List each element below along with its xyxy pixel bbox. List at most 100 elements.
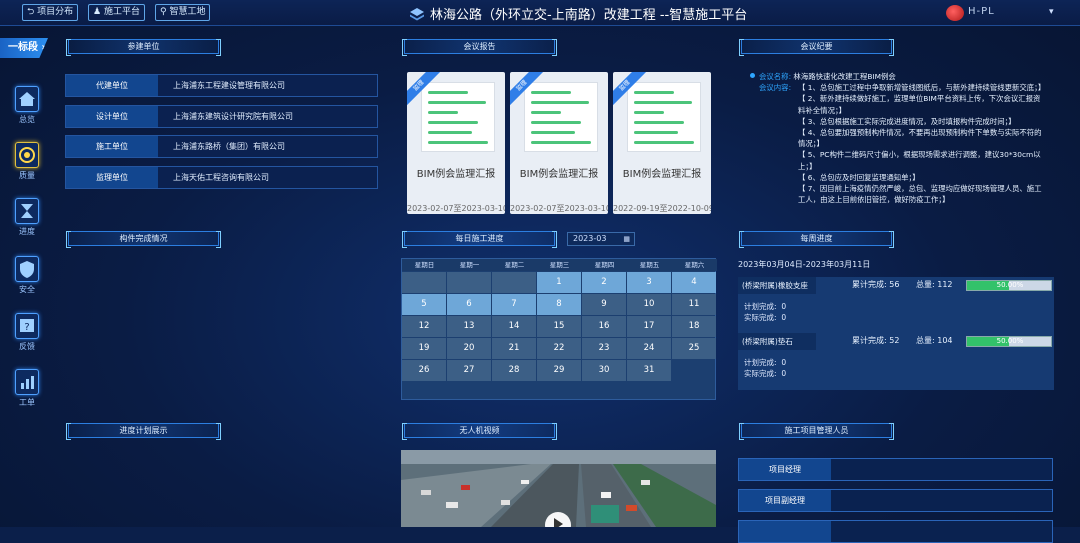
sidebar-item-safety[interactable]: 安全 [12, 256, 42, 295]
user-name: H-PL [968, 6, 995, 17]
weekday-label: 星期日 [414, 261, 435, 269]
calendar-day[interactable]: 9 [582, 294, 626, 315]
actual-line: 实际完成: 0 [744, 312, 786, 323]
sidebar-item-work-order[interactable]: 工单 [12, 369, 42, 408]
back-icon: ⮌ [27, 7, 38, 17]
plan-label: 计划完成: [744, 302, 777, 311]
calendar-day[interactable]: 4 [672, 272, 716, 293]
participant-role: 施工单位 [66, 136, 158, 157]
quality-badge-icon [15, 142, 39, 168]
participant-row: 监理单位 上海天佑工程咨询有限公司 [65, 166, 378, 189]
calendar-day[interactable]: 14 [492, 316, 536, 337]
participant-company: 上海天佑工程咨询有限公司 [173, 173, 269, 182]
section-tab[interactable]: 一标段 » [0, 38, 48, 58]
daily-progress-calendar: 星期日 星期一 星期二 星期三 星期四 星期五 星期六 1 2 3 4 5 6 7 8 9 10 11 12 13 1… [401, 258, 717, 400]
participant-role: 监理单位 [66, 167, 158, 188]
calendar-day[interactable]: 5 [402, 294, 446, 315]
calendar-day[interactable]: 2 [582, 272, 626, 293]
plan-label: 计划完成: [744, 358, 777, 367]
calendar-day[interactable]: 22 [537, 338, 581, 359]
calendar-day[interactable]: 1 [537, 272, 581, 293]
calendar-day[interactable]: 17 [627, 316, 671, 337]
plan-line: 计划完成: 0 [744, 357, 786, 368]
calendar-day[interactable]: 18 [672, 316, 716, 337]
nav-label: 智慧工地 [169, 7, 206, 17]
plan-line: 计划完成: 0 [744, 301, 786, 312]
sidebar-item-overview[interactable]: 总览 [12, 86, 42, 125]
nav-construction-platform-button[interactable]: ♟ 施工平台 [88, 4, 145, 21]
sidebar-item-label: 安全 [19, 285, 35, 294]
actual-label: 实际完成: [744, 369, 777, 378]
nav-smart-site-button[interactable]: ⚲ 智慧工地 [155, 4, 211, 21]
calendar-day[interactable]: 30 [582, 360, 626, 381]
calendar-day[interactable]: 13 [447, 316, 491, 337]
minutes-item: 【 4、总包要加强预制构件情况，不要再出现预制构件下单数与实际不符的情况；】 [798, 128, 1042, 149]
drone-video-player[interactable] [401, 450, 716, 527]
calendar-day[interactable]: 11 [672, 294, 716, 315]
actual-value: 0 [781, 369, 787, 378]
calendar-day[interactable]: 24 [627, 338, 671, 359]
calendar-day[interactable]: 31 [627, 360, 671, 381]
nav-project-distribution-button[interactable]: ⮌ 项目分布 [22, 4, 79, 21]
meeting-report-card[interactable]: 监理 BIM例会监理汇报 2022-09-19至2022-10-09 [613, 72, 711, 214]
total-value: 104 [937, 336, 953, 345]
home-icon [15, 86, 39, 112]
actual-line: 实际完成: 0 [744, 368, 786, 379]
sidebar-item-label: 工单 [19, 398, 35, 407]
nav-label: 施工平台 [103, 7, 140, 17]
calendar-day[interactable]: 26 [402, 360, 446, 381]
calendar-day[interactable]: 8 [537, 294, 581, 315]
report-title: BIM例会监理汇报 [416, 169, 496, 180]
calendar-day[interactable]: 10 [627, 294, 671, 315]
calendar-day[interactable]: 12 [402, 316, 446, 337]
minutes-item: 【 2、新外建持续做好施工，监理单位BIM平台资料上传，下次会议汇报资料补全情况… [798, 94, 1041, 115]
actual-label: 实际完成: [744, 313, 777, 322]
month-picker[interactable]: 2023-03 ▦ [567, 232, 635, 246]
calendar-day[interactable]: 23 [582, 338, 626, 359]
meeting-report-card[interactable]: 监理 BIM例会监理汇报 2023-02-07至2023-03-10 [510, 72, 608, 214]
calendar-day[interactable]: 29 [537, 360, 581, 381]
avatar [946, 5, 964, 21]
staff-role: 项目经理 [739, 459, 831, 480]
sidebar-item-quality[interactable]: 质量 [12, 142, 42, 181]
report-thumbnail [524, 82, 598, 152]
weekday-label: 星期六 [684, 261, 705, 269]
calendar-day[interactable]: 20 [447, 338, 491, 359]
top-bar: ⮌ 项目分布 ♟ 施工平台 ⚲ 智慧工地 林海公路（外环立交-上南路）改建工程 … [0, 0, 1080, 26]
hourglass-icon [15, 198, 39, 224]
calendar-day[interactable]: 21 [492, 338, 536, 359]
minutes-item: 【 3、总包根据施工实际完成进度情况，及时填报构件完成时间；】 [798, 116, 1016, 126]
calendar-empty-cell [492, 272, 536, 293]
sidebar-item-feedback[interactable]: ? 反馈 [12, 313, 42, 352]
report-date: 2023-02-07至2023-03-10 [407, 204, 505, 213]
drone-video-panel-title: 无人机视频 [402, 423, 557, 440]
participant-company: 上海浦东工程建设管理有限公司 [173, 81, 285, 90]
svg-text:?: ? [24, 322, 29, 333]
calendar-day[interactable]: 28 [492, 360, 536, 381]
report-title: BIM例会监理汇报 [519, 169, 599, 180]
calendar-day[interactable]: 25 [672, 338, 716, 359]
calendar-day[interactable]: 15 [537, 316, 581, 337]
minutes-item: 【 1、总包施工过程中争取新增管线图纸后，与新外建持续管线更新交底；】 [798, 83, 1046, 93]
user-menu[interactable]: H-PL ▾ [946, 4, 1054, 21]
staff-row: 项目副经理 [738, 489, 1053, 512]
sidebar-item-progress[interactable]: 进度 [12, 198, 42, 237]
minutes-item: 【 7、因目前上海疫情仍然严峻，总包、监理均应做好现场管理人员、施工工人，由这上… [798, 184, 1042, 205]
sidebar-item-label: 进度 [19, 227, 35, 236]
meeting-content-list: 【 1、总包施工过程中争取新增管线图纸后，与新外建持续管线更新交底；】 【 2、… [788, 82, 1046, 205]
item-name: (桥梁附属)垫石 [738, 333, 816, 350]
calendar-day[interactable]: 7 [492, 294, 536, 315]
sidebar-item-label: 总览 [19, 115, 35, 124]
calendar-day[interactable]: 6 [447, 294, 491, 315]
participants-panel-title: 参建单位 [66, 39, 221, 56]
calendar-day[interactable]: 19 [402, 338, 446, 359]
meeting-report-card[interactable]: 监理 BIM例会监理汇报 2023-02-07至2023-03-10 [407, 72, 505, 214]
staff-role: 项目副经理 [739, 490, 831, 511]
section-label: 一标段 [8, 42, 38, 53]
calendar-day[interactable]: 3 [627, 272, 671, 293]
calendar-day[interactable]: 27 [447, 360, 491, 381]
sidebar-item-label: 反馈 [19, 342, 35, 351]
calendar-day[interactable]: 16 [582, 316, 626, 337]
calendar-icon: ▦ [623, 235, 630, 243]
chevron-down-icon[interactable]: ▾ [1049, 7, 1054, 17]
